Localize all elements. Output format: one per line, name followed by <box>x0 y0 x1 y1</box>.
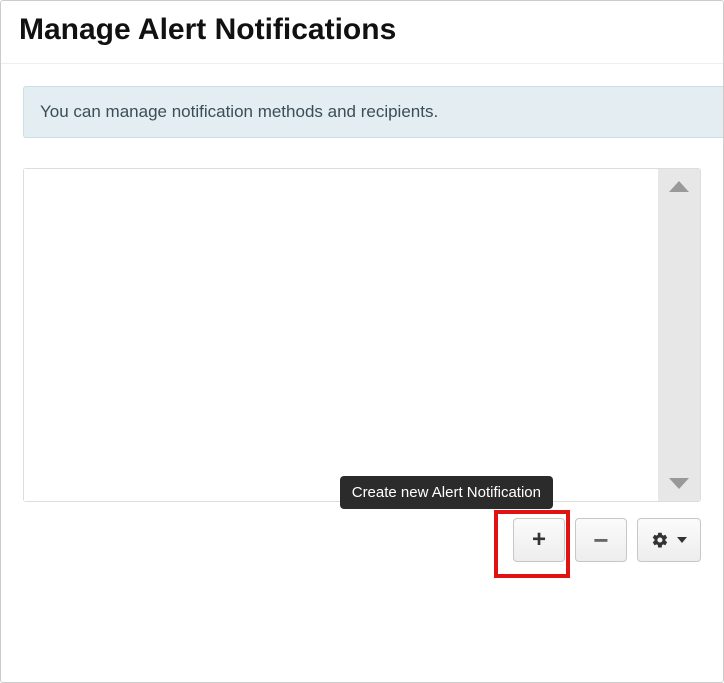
settings-button[interactable] <box>637 518 701 562</box>
scroll-down-icon[interactable] <box>669 478 689 489</box>
page-title: Manage Alert Notifications <box>19 13 705 47</box>
panel-manage-alert-notifications: Manage Alert Notifications You can manag… <box>0 0 724 683</box>
info-banner: You can manage notification methods and … <box>23 86 723 138</box>
notifications-list <box>23 168 701 502</box>
add-button[interactable]: + <box>513 518 565 562</box>
add-button-tooltip: Create new Alert Notification <box>340 476 553 509</box>
info-banner-text: You can manage notification methods and … <box>40 102 438 121</box>
scrollbar[interactable] <box>658 169 700 501</box>
list-toolbar: Create new Alert Notification + − <box>23 518 701 562</box>
scroll-up-icon[interactable] <box>669 181 689 192</box>
plus-icon: + <box>532 528 546 552</box>
gear-icon <box>651 531 669 549</box>
caret-down-icon <box>677 537 687 543</box>
minus-icon: − <box>593 527 608 553</box>
notifications-list-content[interactable] <box>24 169 658 501</box>
remove-button[interactable]: − <box>575 518 627 562</box>
